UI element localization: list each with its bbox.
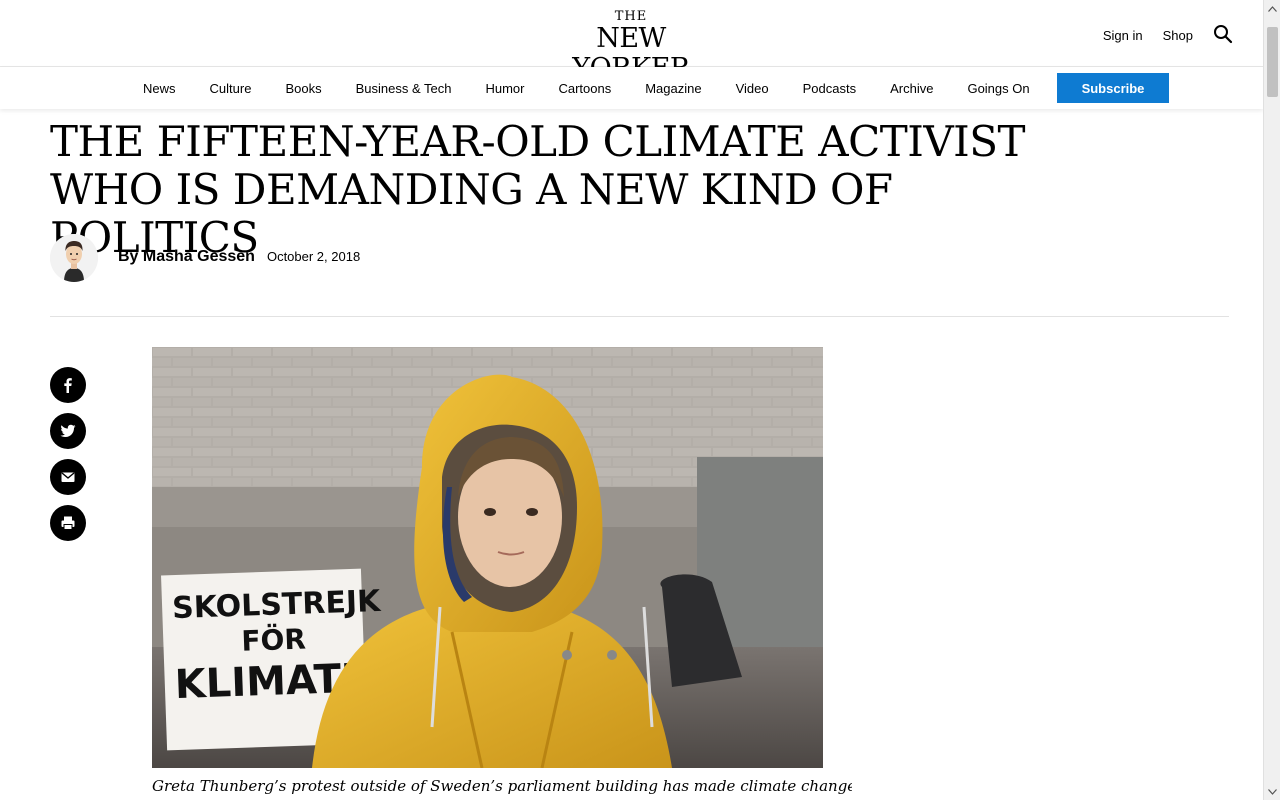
- photo-caption: Greta Thunberg’s protest outside of Swed…: [152, 777, 852, 795]
- social-share: [50, 367, 86, 541]
- print-icon[interactable]: [50, 505, 86, 541]
- photo-illustration: SKOLSTREJK FÖR KLIMATET: [152, 347, 823, 768]
- sign-in-link[interactable]: Sign in: [1103, 28, 1143, 43]
- nav-item-archive[interactable]: Archive: [890, 81, 933, 96]
- nav-item-magazine[interactable]: Magazine: [645, 81, 701, 96]
- author-name[interactable]: By Masha Gessen: [118, 248, 255, 266]
- nav-items: News Culture Books Business & Tech Humor…: [143, 67, 1064, 109]
- nav-item-humor[interactable]: Humor: [485, 81, 524, 96]
- search-icon[interactable]: [1213, 24, 1235, 46]
- email-icon[interactable]: [50, 459, 86, 495]
- byline: By Masha Gessen October 2, 2018: [118, 248, 360, 266]
- article-headline: THE FIFTEEN-YEAR-OLD CLIMATE ACTIVIST WH…: [50, 118, 1050, 262]
- shop-link[interactable]: Shop: [1163, 28, 1193, 43]
- account-links: Sign in Shop: [1103, 24, 1235, 46]
- page-scrollbar[interactable]: [1263, 0, 1280, 800]
- sign-line-1: SKOLSTREJK: [172, 584, 383, 626]
- byline-divider: [50, 316, 1229, 317]
- scroll-down-arrow-icon[interactable]: [1264, 783, 1280, 800]
- sign-line-2: FÖR: [241, 622, 307, 658]
- nav-item-books[interactable]: Books: [285, 81, 321, 96]
- article-photo[interactable]: SKOLSTREJK FÖR KLIMATET: [152, 347, 823, 768]
- scroll-thumb[interactable]: [1267, 27, 1278, 97]
- nav-item-goings-on[interactable]: Goings On: [967, 81, 1029, 96]
- nav-item-cartoons[interactable]: Cartoons: [558, 81, 611, 96]
- logo-the: THE: [614, 9, 648, 24]
- twitter-icon[interactable]: [50, 413, 86, 449]
- main-nav: News Culture Books Business & Tech Humor…: [0, 67, 1263, 109]
- nav-item-podcasts[interactable]: Podcasts: [803, 81, 856, 96]
- site-header: THE NEW YORKER Sign in Shop: [0, 0, 1263, 84]
- author-avatar[interactable]: [50, 234, 98, 282]
- subscribe-button[interactable]: Subscribe: [1057, 73, 1169, 103]
- publish-date: October 2, 2018: [266, 249, 361, 264]
- nav-item-business-tech[interactable]: Business & Tech: [356, 81, 452, 96]
- nav-item-video[interactable]: Video: [736, 81, 769, 96]
- nav-item-news[interactable]: News: [143, 81, 176, 96]
- scroll-up-arrow-icon[interactable]: [1264, 0, 1280, 17]
- headline-line-1: THE FIFTEEN-YEAR-OLD CLIMATE ACTIVIST: [50, 117, 1026, 166]
- nav-item-culture[interactable]: Culture: [210, 81, 252, 96]
- facebook-icon[interactable]: [50, 367, 86, 403]
